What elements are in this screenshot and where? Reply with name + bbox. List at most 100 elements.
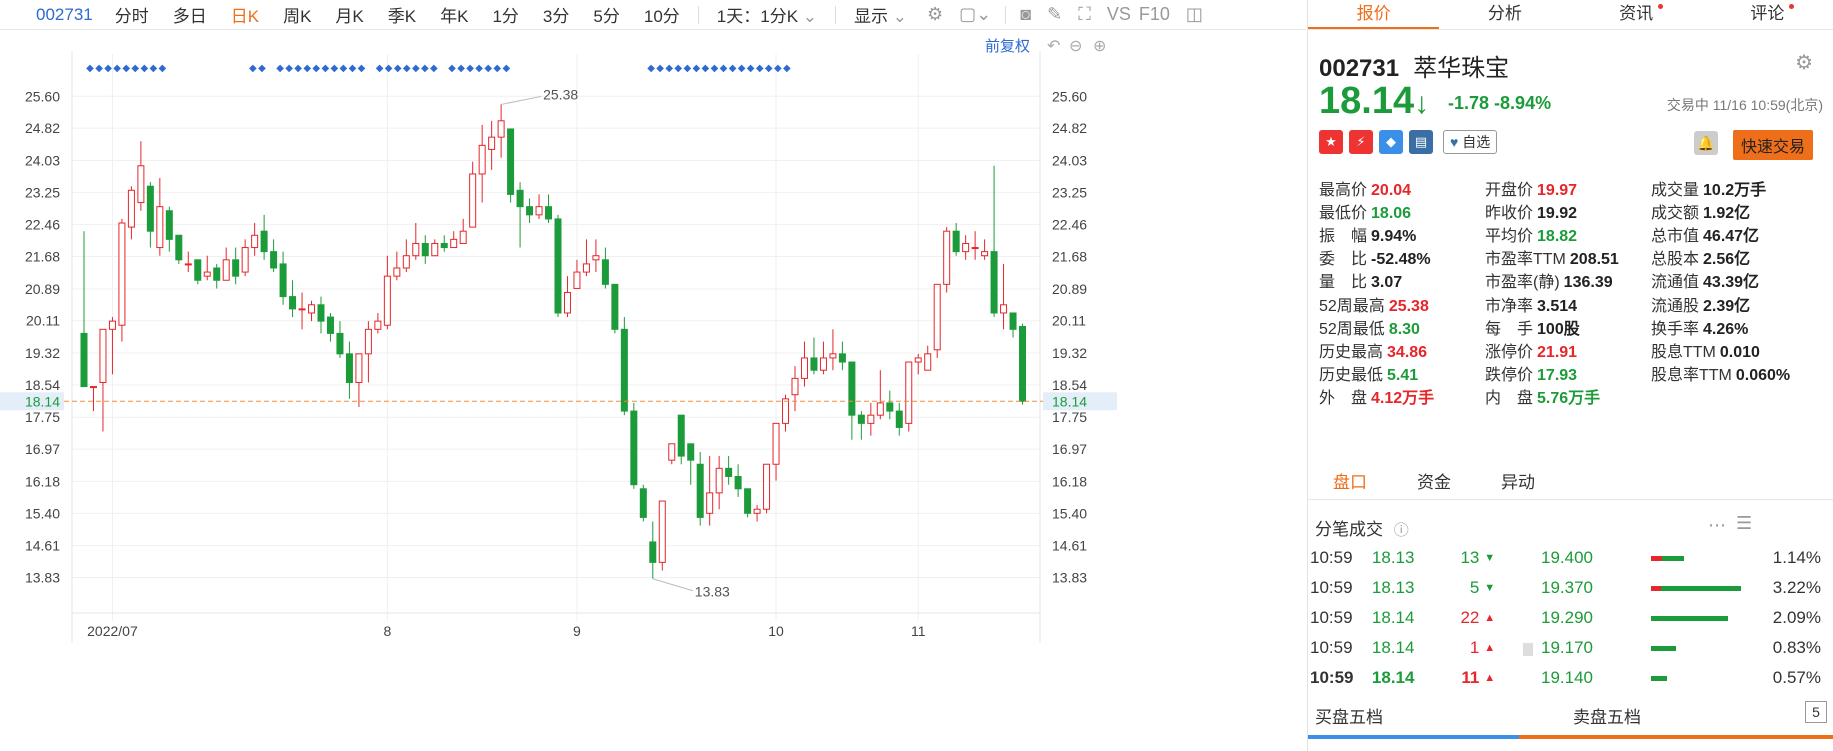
event-marker-icon[interactable]: ◆ [783,63,791,74]
event-marker-icon[interactable]: ◆ [403,63,411,74]
event-marker-icon[interactable]: ◆ [720,63,728,74]
settings-gear-icon[interactable]: ⚙ [919,4,951,25]
event-marker-icon[interactable]: ◆ [765,63,773,74]
event-marker-icon[interactable]: ◆ [258,63,266,74]
event-marker-icon[interactable]: ◆ [376,63,384,74]
event-marker-icon[interactable]: ◆ [674,63,682,74]
event-marker-icon[interactable]: ◆ [340,63,348,74]
period-tab[interactable]: 5分 [581,2,631,27]
event-marker-icon[interactable]: ◆ [140,63,148,74]
event-marker-icon[interactable]: ◆ [149,63,157,74]
period-tab[interactable]: 多日 [161,2,219,27]
f10-button[interactable]: F10 [1139,4,1178,25]
event-marker-icon[interactable]: ◆ [493,63,501,74]
period-tab[interactable]: 10分 [632,2,692,27]
event-marker-icon[interactable]: ◆ [448,63,456,74]
event-marker-icon[interactable]: ◆ [502,63,510,74]
event-marker-icon[interactable]: ◆ [86,63,94,74]
runner-icon[interactable]: ⚡ [1349,130,1373,154]
event-marker-icon[interactable]: ◆ [412,63,420,74]
kline-chart[interactable]: 25.60 25.60 24.82 24.82 24.03 24.03 23.25 23.25… [0,31,1306,751]
event-marker-icon[interactable]: ◆ [321,63,329,74]
event-marker-icon[interactable]: ◆ [312,63,320,74]
scrollbar-handle[interactable] [1523,643,1533,656]
event-marker-icon[interactable]: ◆ [665,63,673,74]
event-marker-icon[interactable]: ◆ [131,63,139,74]
depth-level-toggle[interactable]: 5 [1805,701,1827,723]
zoom-out-icon[interactable]: ⊖ [1069,38,1082,55]
event-marker-icon[interactable]: ◆ [276,63,284,74]
event-marker-icon[interactable]: ◆ [756,63,764,74]
period-tab[interactable]: 日K [219,2,271,27]
event-marker-icon[interactable]: ◆ [349,63,357,74]
event-marker-icon[interactable]: ◆ [683,63,691,74]
event-marker-icon[interactable]: ◆ [475,63,483,74]
event-marker-icon[interactable]: ◆ [95,63,103,74]
detail-tab[interactable]: 盘口 [1308,468,1392,493]
event-marker-icon[interactable]: ◆ [385,63,393,74]
event-marker-icon[interactable]: ◆ [104,63,112,74]
quote-tab[interactable]: 评论 [1702,0,1833,29]
event-marker-icon[interactable]: ◆ [656,63,664,74]
fullscreen-icon[interactable]: ⛶ [1070,4,1099,25]
event-marker-icon[interactable]: ◆ [113,63,121,74]
event-marker-icon[interactable]: ◆ [303,63,311,74]
event-marker-icon[interactable]: ◆ [647,63,655,74]
event-marker-icon[interactable]: ◆ [457,63,465,74]
event-marker-icon[interactable]: ◆ [249,63,257,74]
more-options-icon[interactable]: ⋯ [1708,515,1726,536]
event-marker-icon[interactable]: ◆ [466,63,474,74]
period-tab[interactable]: 季K [376,2,428,27]
stock-code-link[interactable]: 002731 [0,5,103,25]
alert-bell-icon[interactable]: 🔔 [1694,131,1718,155]
event-marker-icon[interactable]: ◆ [122,63,130,74]
settings-gear-icon[interactable]: ⚙ [1795,50,1813,75]
display-menu[interactable]: 显示 ⌄ [842,2,919,27]
event-marker-icon[interactable]: ◆ [159,63,167,74]
draw-pencil-icon[interactable]: ✎ [1039,4,1070,25]
list-view-icon[interactable]: ☰ [1736,513,1752,534]
event-marker-icon[interactable]: ◆ [358,63,366,74]
event-marker-icon[interactable]: ◆ [738,63,746,74]
event-marker-icon[interactable]: ◆ [285,63,293,74]
detail-tab[interactable]: 资金 [1392,468,1476,493]
period-tab[interactable]: 分时 [103,2,161,27]
candle-body [601,259,609,285]
period-tab[interactable]: 周K [271,2,323,27]
period-tab[interactable]: 月K [323,2,375,27]
event-marker-icon[interactable]: ◆ [294,63,302,74]
quote-tab[interactable]: 分析 [1439,0,1570,29]
restore-adjust-button[interactable]: 前复权 [985,37,1030,55]
event-marker-icon[interactable]: ◆ [692,63,700,74]
info-icon[interactable]: ⓘ [1394,522,1409,539]
vs-compare-button[interactable]: VS [1099,4,1139,25]
note-icon[interactable]: ▤ [1409,130,1433,154]
event-marker-icon[interactable]: ◆ [711,63,719,74]
event-marker-icon[interactable]: ◆ [484,63,492,74]
quote-tab[interactable]: 报价 [1308,0,1440,29]
period-tab[interactable]: 1分 [480,2,530,27]
camera-icon[interactable]: ◙ [1012,4,1039,25]
event-marker-icon[interactable]: ◆ [747,63,755,74]
tag-icon[interactable]: ◆ [1379,130,1403,154]
quick-trade-button[interactable]: 快速交易 [1733,130,1814,160]
chart-style-icon[interactable]: ▢⌄ [951,4,999,25]
period-selector[interactable]: 1天：1分K ⌄ [705,2,829,27]
undo-icon[interactable]: ↶ [1047,38,1060,55]
quote-tab[interactable]: 资讯 [1571,0,1702,29]
detail-tab[interactable]: 异动 [1476,468,1560,493]
zoom-in-icon[interactable]: ⊕ [1093,38,1106,55]
trade-row: 10:59 18.14 11 ▲ [1310,663,1500,693]
event-marker-icon[interactable]: ◆ [430,63,438,74]
event-marker-icon[interactable]: ◆ [729,63,737,74]
event-marker-icon[interactable]: ◆ [421,63,429,74]
period-tab[interactable]: 年K [428,2,480,27]
watchlist-button[interactable]: ♥ 自选 [1443,130,1498,154]
event-marker-icon[interactable]: ◆ [330,63,338,74]
event-marker-icon[interactable]: ◆ [394,63,402,74]
event-marker-icon[interactable]: ◆ [774,63,782,74]
sidebar-toggle-icon[interactable]: ◫ [1178,4,1211,25]
cn-flag-icon[interactable]: ★ [1319,130,1343,154]
event-marker-icon[interactable]: ◆ [702,63,710,74]
period-tab[interactable]: 3分 [531,2,581,27]
